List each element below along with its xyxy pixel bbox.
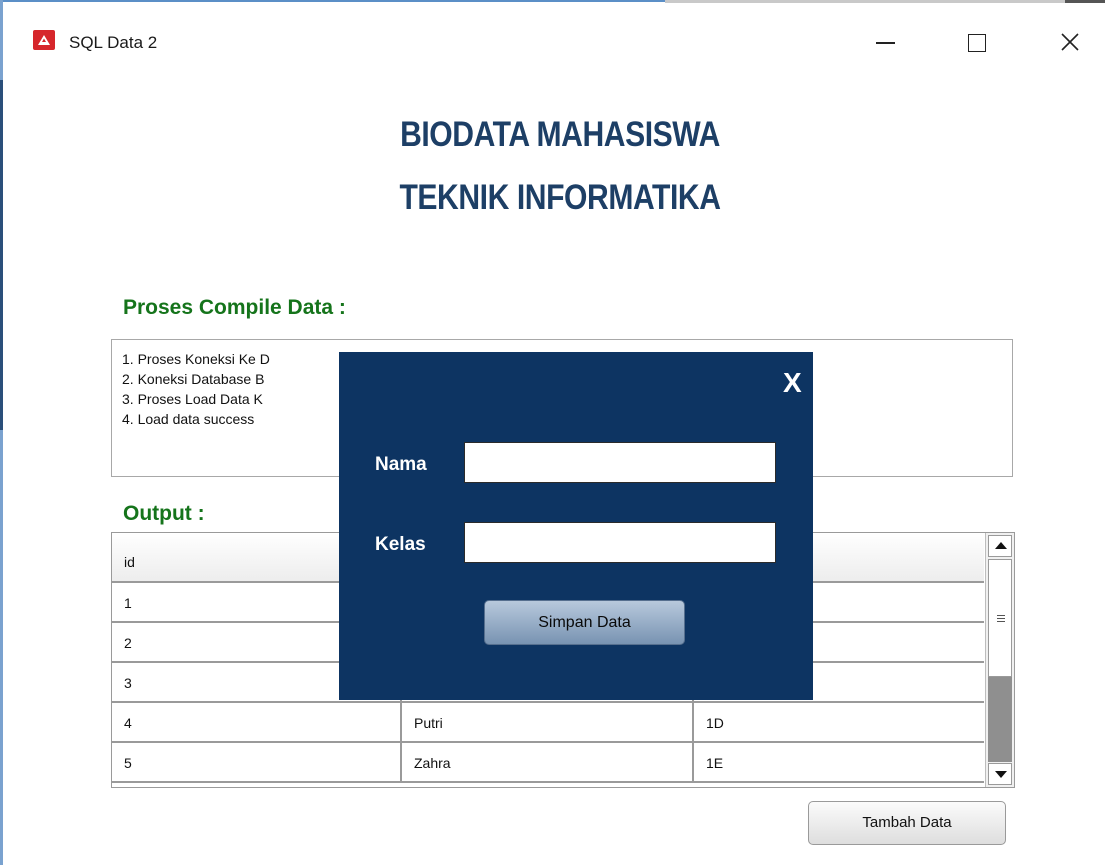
tambah-data-button[interactable]: Tambah Data <box>808 801 1006 845</box>
title-bar[interactable]: SQL Data 2 <box>3 3 1105 75</box>
maximize-button[interactable] <box>963 27 993 57</box>
page-title: BIODATA MAHASISWA <box>400 115 720 154</box>
app-logo-icon <box>33 30 55 50</box>
table-cell: 5 <box>112 743 402 781</box>
table-cell: 1D <box>706 715 724 731</box>
page-subtitle: TEKNIK INFORMATIKA <box>399 178 721 217</box>
kelas-label: Kelas <box>375 534 426 555</box>
scrollbar-thumb[interactable] <box>988 559 1012 677</box>
nama-input[interactable] <box>464 442 776 483</box>
table-cell: 1E <box>706 755 724 771</box>
window-left-border <box>0 0 3 865</box>
table-scrollbar[interactable] <box>985 533 1014 787</box>
table-cell: Putri <box>402 703 694 741</box>
window-title: SQL Data 2 <box>69 33 158 52</box>
compile-label: Proses Compile Data : <box>123 296 346 319</box>
output-label: Output : <box>123 502 205 525</box>
border-segment <box>0 0 665 2</box>
kelas-input[interactable] <box>464 522 776 563</box>
close-button[interactable] <box>1055 27 1085 57</box>
table-row[interactable]: 4 Putri 1D <box>112 703 984 743</box>
table-cell: Zahra <box>402 743 694 781</box>
nama-label: Nama <box>375 454 427 475</box>
minimize-button[interactable] <box>871 27 901 57</box>
close-icon <box>1061 33 1079 51</box>
grip-icon <box>997 615 1005 622</box>
simpan-data-button[interactable]: Simpan Data <box>484 600 685 645</box>
table-cell: 4 <box>112 703 402 741</box>
modal-close-button[interactable]: X <box>783 367 802 399</box>
border-segment <box>0 80 3 430</box>
arrow-down-icon[interactable] <box>988 763 1012 785</box>
table-row[interactable]: 5 Zahra 1E <box>112 743 984 783</box>
arrow-up-icon[interactable] <box>988 535 1012 557</box>
add-data-modal: X Nama Kelas Simpan Data <box>339 352 813 700</box>
